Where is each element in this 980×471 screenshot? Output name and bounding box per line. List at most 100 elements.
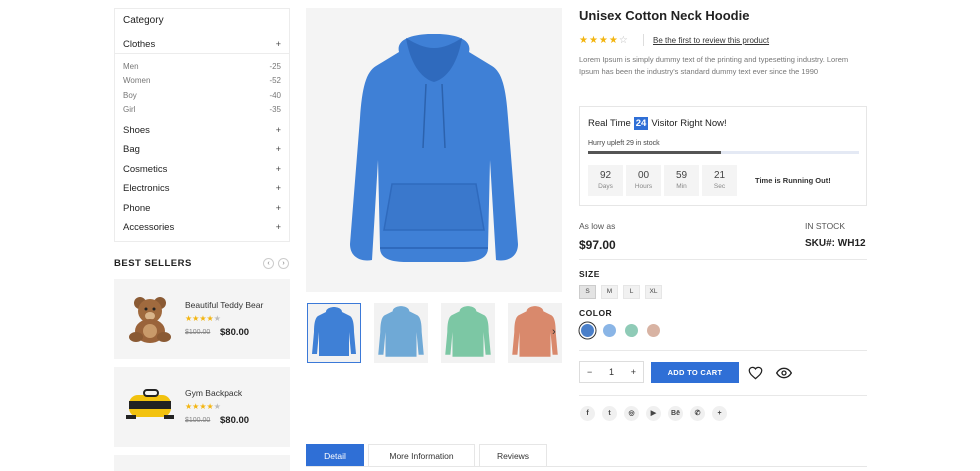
countdown-number: 00 [637, 170, 650, 181]
category-label: Cosmetics [123, 164, 168, 175]
whatsapp-icon[interactable]: ✆ [690, 406, 705, 421]
qty-minus-button[interactable]: − [587, 367, 592, 377]
category-label: Shoes [123, 125, 150, 136]
divider [579, 259, 867, 260]
product-title: Unisex Cotton Neck Hoodie [579, 8, 750, 23]
hoodie-thumb [378, 306, 424, 357]
tab-more-information[interactable]: More Information [368, 444, 475, 467]
hoodie-image [350, 34, 518, 262]
main-product-image[interactable] [306, 8, 562, 292]
category-shoes[interactable]: Shoes + [123, 125, 281, 136]
countdown-number: 21 [713, 170, 726, 181]
color-swatch-peach[interactable] [647, 324, 660, 337]
hoodie-thumb [312, 307, 356, 356]
best-sellers-title: BEST SELLERS [114, 258, 192, 269]
countdown-label: Sec [713, 183, 726, 190]
subcategory-men[interactable]: Men -25 [123, 62, 281, 71]
category-title: Category [123, 15, 164, 26]
subcategory-label: Girl [123, 105, 136, 114]
visitor-counter: Real Time 24 Visitor Right Now! [588, 117, 727, 130]
size-option-m[interactable]: M [601, 285, 618, 299]
thumbnail-light-blue[interactable] [374, 303, 428, 363]
tab-detail[interactable]: Detail [306, 444, 364, 467]
countdown-minutes: 59 Min [664, 165, 699, 196]
heart-icon [748, 366, 763, 379]
category-label: Clothes [123, 39, 156, 50]
old-price: $100.00 [185, 329, 211, 336]
visitor-prefix: Real Time [588, 118, 631, 129]
quantity-stepper: − 1 + [579, 361, 644, 383]
expand-icon[interactable]: + [276, 222, 281, 233]
as-low-as-label: As low as [579, 221, 616, 231]
divider [579, 350, 867, 351]
category-bag[interactable]: Bag + [123, 144, 281, 155]
expand-icon[interactable]: + [276, 39, 281, 50]
category-electronics[interactable]: Electronics + [123, 183, 281, 194]
product-sku: SKU#: WH12 [805, 238, 866, 249]
product-name[interactable]: Beautiful Teddy Bear [185, 300, 263, 310]
subcategory-women[interactable]: Women -52 [123, 76, 281, 85]
subcategory-label: Men [123, 62, 139, 71]
add-to-cart-button[interactable]: ADD TO CART [651, 362, 739, 383]
countdown-label: Days [598, 183, 613, 190]
size-option-s[interactable]: S [579, 285, 596, 299]
chevron-right-icon[interactable]: › [278, 258, 289, 269]
more-share-icon[interactable]: + [712, 406, 727, 421]
quick-view-button[interactable] [773, 362, 794, 383]
tab-reviews[interactable]: Reviews [479, 444, 547, 467]
subcategory-count: -52 [269, 76, 281, 85]
subcategory-boy[interactable]: Boy -40 [123, 91, 281, 100]
best-seller-card[interactable]: Gym Backpack ★★★★★ $100.00 $80.00 [114, 367, 290, 447]
wishlist-button[interactable] [745, 362, 766, 383]
best-seller-card[interactable] [114, 455, 290, 471]
divider [115, 53, 289, 54]
category-label: Accessories [123, 222, 175, 233]
expand-icon[interactable]: + [276, 164, 281, 175]
youtube-icon[interactable]: ▶ [646, 406, 661, 421]
expand-icon[interactable]: + [276, 183, 281, 194]
category-clothes[interactable]: Clothes + [123, 39, 281, 50]
visitor-count: 24 [633, 117, 649, 130]
product-rating-stars: ★★★★☆ [579, 35, 629, 46]
stock-progress-bar [588, 151, 859, 154]
best-seller-card[interactable]: Beautiful Teddy Bear ★★★★★ $100.00 $80.0… [114, 279, 290, 359]
thumb-next-icon[interactable]: › [552, 326, 556, 338]
teddy-bear-image[interactable] [124, 293, 176, 345]
product-description: Lorem Ipsum is simply dummy text of the … [579, 55, 849, 76]
subcategory-count: -40 [269, 91, 281, 100]
divider [306, 466, 867, 467]
backpack-image[interactable] [126, 387, 176, 427]
product-name[interactable]: Gym Backpack [185, 388, 242, 398]
facebook-icon[interactable]: f [580, 406, 595, 421]
subcategory-label: Women [123, 76, 151, 85]
stock-status: IN STOCK [805, 221, 845, 231]
color-swatch-light-blue[interactable] [603, 324, 616, 337]
color-swatch-blue[interactable] [581, 324, 594, 337]
sale-price: $80.00 [220, 327, 250, 338]
chevron-left-icon[interactable]: ‹ [263, 258, 274, 269]
product-price: $97.00 [579, 238, 616, 252]
qty-plus-button[interactable]: + [631, 367, 636, 377]
instagram-icon[interactable]: ◎ [624, 406, 639, 421]
category-phone[interactable]: Phone + [123, 203, 281, 214]
twitter-icon[interactable]: t [602, 406, 617, 421]
expand-icon[interactable]: + [276, 144, 281, 155]
review-link[interactable]: Be the first to review this product [653, 36, 769, 45]
behance-icon[interactable]: Bē [668, 406, 683, 421]
color-swatch-mint[interactable] [625, 324, 638, 337]
expand-icon[interactable]: + [276, 203, 281, 214]
size-option-xl[interactable]: XL [645, 285, 662, 299]
category-accessories[interactable]: Accessories + [123, 222, 281, 233]
category-label: Bag [123, 144, 140, 155]
divider [579, 395, 867, 396]
subcategory-girl[interactable]: Girl -35 [123, 105, 281, 114]
size-option-l[interactable]: L [623, 285, 640, 299]
thumbnail-mint[interactable] [441, 303, 495, 363]
category-cosmetics[interactable]: Cosmetics + [123, 164, 281, 175]
eye-icon [775, 367, 792, 378]
thumbnail-blue[interactable] [307, 303, 361, 363]
qty-input[interactable]: 1 [609, 367, 614, 377]
realtime-panel: Real Time 24 Visitor Right Now! Hurry up… [579, 106, 867, 206]
expand-icon[interactable]: + [276, 125, 281, 136]
countdown-seconds: 21 Sec [702, 165, 737, 196]
